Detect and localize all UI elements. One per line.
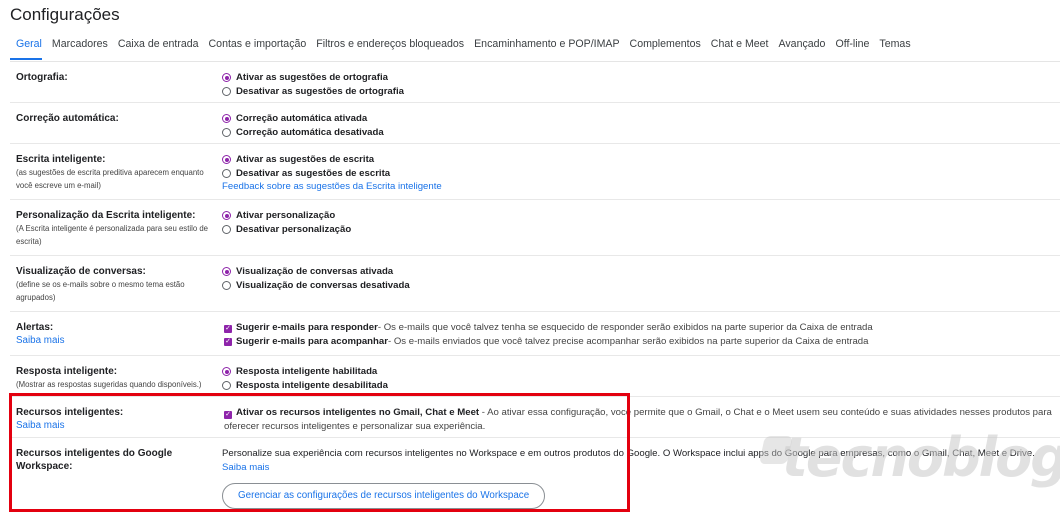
setting-label: Ortografia: [16, 72, 68, 83]
radio-selected-icon[interactable] [222, 155, 231, 165]
feedback-link[interactable]: Feedback sobre as sugestões da Escrita i… [222, 180, 442, 194]
setting-description: (as sugestões de escrita preditiva apare… [16, 168, 204, 177]
saiba-mais-link[interactable]: Saiba mais [222, 462, 269, 473]
active-tab-indicator [10, 58, 42, 60]
manage-workspace-button[interactable]: Gerenciar as configurações de recursos i… [222, 483, 546, 509]
setting-description: agrupados) [16, 293, 56, 302]
option-desativar-escrita[interactable]: Desativar as sugestões de escrita [222, 167, 1052, 181]
setting-recursos-workspace: Recursos inteligentes do Google Workspac… [10, 438, 1060, 510]
setting-label: Recursos inteligentes: [16, 407, 124, 418]
radio-selected-icon[interactable] [222, 267, 231, 277]
option-resposta-habilitada[interactable]: Resposta inteligente habilitada [222, 365, 1052, 379]
setting-description: (define se os e-mails sobre o mesmo tema… [16, 280, 185, 289]
setting-correcao-automatica: Correção automática: Correção automática… [10, 103, 1060, 144]
setting-label: Visualização de conversas: [16, 266, 146, 277]
option-resposta-desabilitada[interactable]: Resposta inteligente desabilitada [222, 379, 1052, 393]
option-sugerir-responder[interactable]: ✓ Sugerir e-mails para responder - Os e-m… [224, 321, 1054, 335]
settings-tabs: Geral Marcadores Caixa de entrada Contas… [16, 38, 921, 60]
tab-caixa-de-entrada[interactable]: Caixa de entrada [118, 38, 199, 60]
tab-temas[interactable]: Temas [879, 38, 910, 60]
option-correcao-ativada[interactable]: Correção automática ativada [222, 112, 1052, 126]
setting-label: Recursos inteligentes do Google Workspac… [16, 448, 173, 472]
option-ativar-personalizacao[interactable]: Ativar personalização [222, 209, 1052, 223]
saiba-mais-link[interactable]: Saiba mais [16, 334, 228, 347]
radio-selected-icon[interactable] [222, 114, 231, 124]
page-title: Configurações [10, 5, 120, 24]
setting-description: (A Escrita inteligente é personalizada p… [16, 224, 209, 233]
tab-filtros[interactable]: Filtros e endereços bloqueados [316, 38, 464, 60]
radio-icon[interactable] [222, 280, 231, 290]
radio-selected-icon[interactable] [222, 367, 231, 377]
setting-description: você escreve um e-mail) [16, 181, 101, 190]
setting-visualizacao-conversas: Visualização de conversas: (define se os… [10, 256, 1060, 312]
option-correcao-desativada[interactable]: Correção automática desativada [222, 126, 1052, 140]
setting-alertas: Alertas: Saiba mais ✓ Sugerir e-mails par… [10, 312, 1060, 356]
option-desativar-personalizacao[interactable]: Desativar personalização [222, 223, 1052, 237]
setting-description: (Mostrar as respostas sugeridas quando d… [16, 380, 202, 389]
tab-encaminhamento[interactable]: Encaminhamento e POP/IMAP [474, 38, 619, 60]
setting-label: Alertas: [16, 322, 54, 333]
tab-marcadores[interactable]: Marcadores [52, 38, 108, 60]
radio-icon[interactable] [222, 86, 231, 96]
checkbox-checked-icon[interactable]: ✓ [224, 411, 232, 419]
setting-recursos-inteligentes: Recursos inteligentes: Saiba mais ✓ Ativa… [10, 397, 1060, 438]
setting-ortografia: Ortografia: Ativar as sugestões de ortog… [10, 62, 1060, 103]
setting-resposta-inteligente: Resposta inteligente: (Mostrar as respos… [10, 356, 1060, 397]
workspace-description: Personalize sua experiência com recursos… [222, 448, 1035, 473]
radio-icon[interactable] [222, 224, 231, 234]
checkbox-checked-icon[interactable]: ✓ [224, 324, 232, 333]
setting-label: Escrita inteligente: [16, 154, 106, 165]
radio-icon[interactable] [222, 168, 231, 178]
option-ativar-ortografia[interactable]: Ativar as sugestões de ortografia [222, 71, 1052, 85]
setting-label: Personalização da Escrita inteligente: [16, 210, 196, 221]
option-ativar-escrita[interactable]: Ativar as sugestões de escrita [222, 153, 1052, 167]
option-desativar-ortografia[interactable]: Desativar as sugestões de ortografia [222, 85, 1052, 99]
option-sugerir-acompanhar[interactable]: ✓ Sugerir e-mails para acompanhar - Os e-… [224, 335, 1054, 349]
tab-geral[interactable]: Geral [16, 38, 42, 60]
option-recursos-inteligentes[interactable]: ✓ Ativar os recursos inteligentes no Gmai… [224, 406, 1054, 433]
radio-selected-icon[interactable] [222, 73, 231, 83]
radio-selected-icon[interactable] [222, 211, 231, 221]
tab-contas-e-importacao[interactable]: Contas e importação [209, 38, 307, 60]
radio-icon[interactable] [222, 127, 231, 137]
option-conversas-ativada[interactable]: Visualização de conversas ativada [222, 265, 1052, 279]
tab-off-line[interactable]: Off-line [835, 38, 869, 60]
radio-icon[interactable] [222, 380, 231, 390]
tab-avancado[interactable]: Avançado [779, 38, 826, 60]
checkbox-checked-icon[interactable]: ✓ [224, 338, 232, 347]
setting-escrita-inteligente: Escrita inteligente: (as sugestões de es… [10, 144, 1060, 200]
setting-description: escrita) [16, 237, 42, 246]
setting-personalizacao: Personalização da Escrita inteligente: (… [10, 200, 1060, 256]
tab-complementos[interactable]: Complementos [630, 38, 701, 60]
setting-label: Correção automática: [16, 113, 119, 124]
tab-chat-e-meet[interactable]: Chat e Meet [711, 38, 769, 60]
option-conversas-desativada[interactable]: Visualização de conversas desativada [222, 279, 1052, 293]
saiba-mais-link[interactable]: Saiba mais [16, 419, 228, 432]
setting-label: Resposta inteligente: [16, 366, 118, 377]
